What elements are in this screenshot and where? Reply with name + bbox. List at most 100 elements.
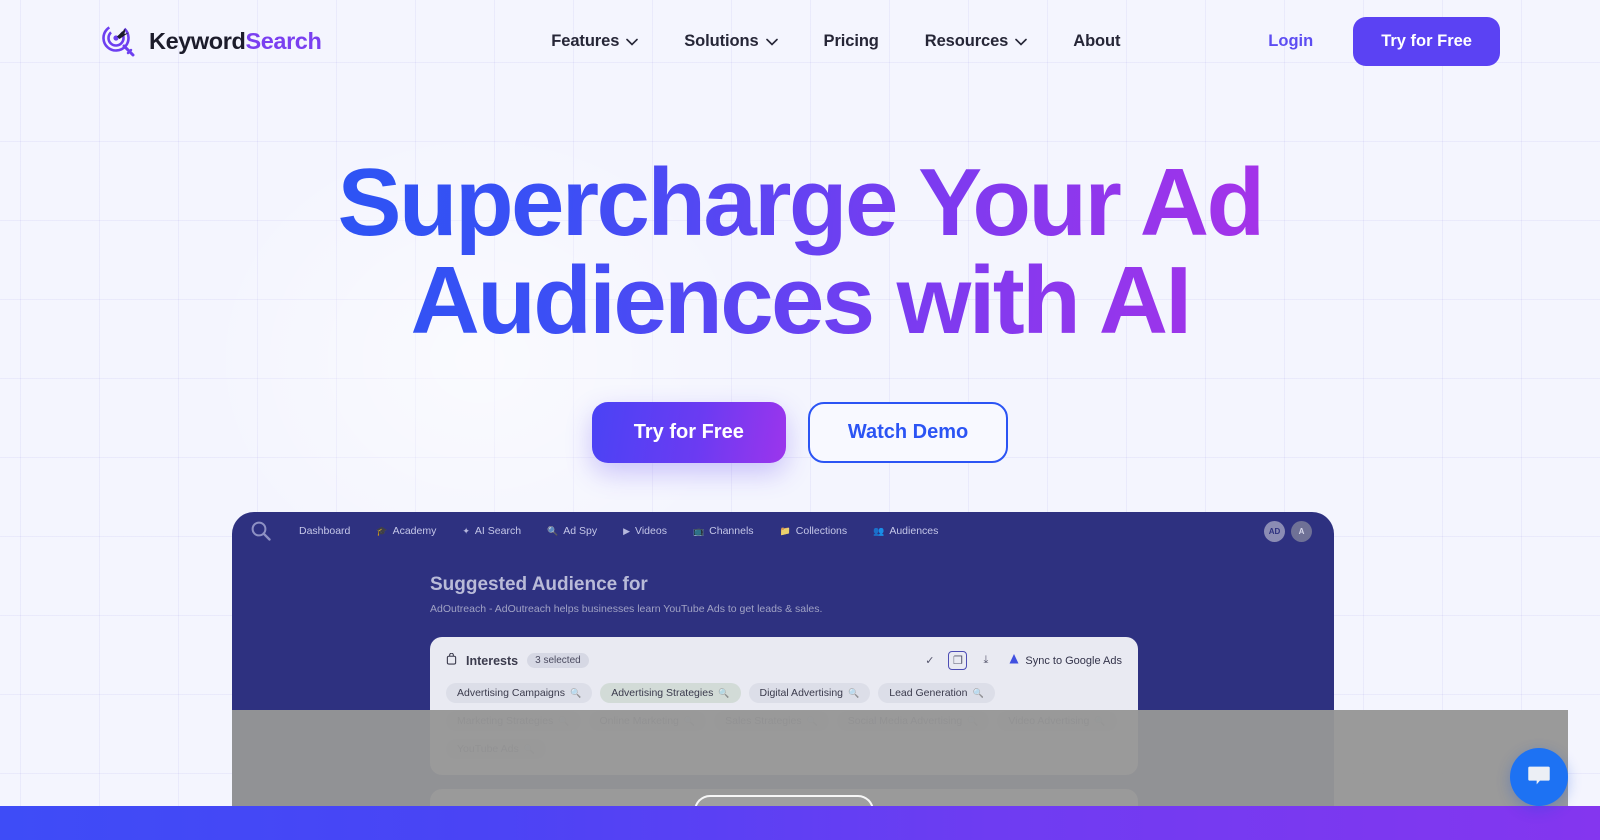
tag-label: Advertising Campaigns	[457, 687, 565, 699]
card-title: Interests	[466, 653, 519, 668]
tag-label: Video Advertising	[1008, 715, 1090, 727]
nav-item-features[interactable]: Features	[551, 31, 639, 51]
folder-icon: 📁	[779, 525, 791, 536]
download-icon[interactable]: ⤓	[976, 651, 995, 670]
page-title: Supercharge Your Ad Audiences with AI	[310, 154, 1290, 350]
app-nav-label: Videos	[635, 525, 667, 537]
login-link[interactable]: Login	[1268, 32, 1313, 51]
app-nav-collections[interactable]: 📁 Collections	[780, 525, 848, 537]
chevron-down-icon	[1015, 38, 1028, 46]
site-header: KeywordSearch Features Solutions Pricing…	[0, 0, 1600, 82]
avatar-primary[interactable]: AD	[1264, 520, 1285, 542]
search-icon: 🔍	[806, 715, 818, 726]
avatar-secondary[interactable]: A	[1291, 520, 1312, 542]
search-icon: 🔍	[718, 687, 730, 698]
interests-card: Interests 3 selected ✓ ❐ ⤓ Sync to Googl…	[430, 637, 1138, 775]
play-icon: ▶	[623, 525, 631, 536]
app-preview-screenshot: Dashboard 🎓 Academy ✦ AI Search 🔍 Ad Spy…	[232, 512, 1334, 840]
sync-to-google-ads-button[interactable]: Sync to Google Ads	[1008, 653, 1122, 668]
tag-label: Social Media Advertising	[847, 715, 963, 727]
interest-tag[interactable]: Sales Strategies 🔍	[714, 711, 829, 731]
chat-widget-button[interactable]	[1510, 748, 1568, 806]
interest-tag[interactable]: Marketing Strategies 🔍	[446, 711, 581, 731]
brand-name-keyword: Keyword	[149, 27, 246, 54]
users-icon: 👥	[873, 525, 885, 536]
selected-count-badge: 3 selected	[527, 653, 589, 668]
tag-label: Lead Generation	[889, 687, 968, 699]
academy-icon: 🎓	[376, 525, 388, 536]
search-icon: 🔍	[972, 687, 984, 698]
search-icon: 🔍	[569, 687, 582, 698]
target-magnifier-icon	[100, 22, 138, 60]
spy-icon: 🔍	[547, 525, 559, 536]
search-icon: 🔍	[1094, 715, 1106, 726]
app-nav-academy[interactable]: 🎓 Academy	[376, 525, 436, 537]
interest-tag[interactable]: Advertising Strategies 🔍	[600, 683, 741, 703]
sparkle-icon: ✦	[462, 525, 470, 536]
app-nav-label: Channels	[709, 525, 754, 537]
app-nav-items: Dashboard 🎓 Academy ✦ AI Search 🔍 Ad Spy…	[294, 525, 1264, 537]
app-nav-ad-spy[interactable]: 🔍 Ad Spy	[547, 525, 597, 537]
search-icon: 🔍	[558, 715, 570, 726]
hero-section: Supercharge Your Ad Audiences with AI Tr…	[0, 82, 1600, 463]
tv-icon: 📺	[692, 525, 705, 536]
search-icon: 🔍	[848, 687, 860, 698]
nav-item-about[interactable]: About	[1073, 32, 1120, 51]
interest-tag[interactable]: Social Media Advertising 🔍	[836, 711, 990, 731]
nav-label: About	[1073, 31, 1121, 50]
nav-item-resources[interactable]: Resources	[925, 32, 1028, 51]
tag-label: YouTube Ads	[457, 743, 519, 755]
app-nav-label: Academy	[392, 525, 437, 537]
google-ads-icon	[1008, 653, 1020, 668]
main-navigation: Features Solutions Pricing Resources Abo…	[403, 32, 1268, 51]
app-nav-videos[interactable]: ▶ Videos	[623, 525, 667, 537]
interest-tag[interactable]: Online Marketing 🔍	[588, 711, 707, 731]
interest-tag[interactable]: Video Advertising 🔍	[997, 711, 1117, 731]
try-for-free-button-header[interactable]: Try for Free	[1353, 16, 1500, 66]
app-nav-label: Dashboard	[299, 525, 351, 537]
card-header-left: Interests 3 selected	[446, 652, 589, 668]
try-for-free-button-hero[interactable]: Try for Free	[591, 401, 786, 463]
tag-label: Marketing Strategies	[457, 715, 554, 727]
card-header: Interests 3 selected ✓ ❐ ⤓ Sync to Googl…	[446, 651, 1122, 670]
app-nav-audiences[interactable]: 👥 Audiences	[873, 525, 938, 537]
header-actions: Login Try for Free	[1268, 16, 1500, 66]
interests-tag-row: Advertising Campaigns 🔍 Advertising Strat…	[446, 683, 1122, 759]
search-icon: 🔍	[523, 743, 535, 754]
interest-tag[interactable]: Advertising Campaigns 🔍	[446, 683, 593, 703]
nav-item-pricing[interactable]: Pricing	[824, 32, 879, 51]
search-icon: 🔍	[683, 715, 696, 726]
app-nav-label: Audiences	[889, 525, 939, 537]
search-icon: 🔍	[967, 715, 979, 726]
nav-label: Pricing	[823, 31, 879, 50]
bottom-accent-bar	[0, 806, 1600, 840]
app-page-title: Suggested Audience for	[430, 574, 648, 595]
app-nav-label: Collections	[795, 525, 848, 537]
card-header-actions: ✓ ❐ ⤓ Sync to Google Ads	[920, 651, 1122, 670]
nav-item-solutions[interactable]: Solutions	[684, 31, 778, 51]
app-navbar: Dashboard 🎓 Academy ✦ AI Search 🔍 Ad Spy…	[232, 512, 1334, 550]
watch-demo-button[interactable]: Watch Demo	[807, 401, 1009, 463]
app-nav-ai-search[interactable]: ✦ AI Search	[462, 525, 521, 537]
tag-label: Digital Advertising	[759, 687, 844, 699]
interest-tag[interactable]: Lead Generation 🔍	[878, 683, 995, 703]
interest-tag[interactable]: YouTube Ads 🔍	[446, 739, 546, 759]
chevron-down-icon	[626, 38, 639, 46]
interest-tag[interactable]: Digital Advertising 🔍	[748, 683, 871, 703]
copy-icon[interactable]: ❐	[948, 651, 968, 670]
app-nav-label: Ad Spy	[563, 525, 598, 537]
chat-bubble-icon	[1525, 761, 1553, 794]
interests-icon	[446, 652, 457, 668]
app-nav-channels[interactable]: 📺 Channels	[693, 525, 754, 537]
select-all-check-icon[interactable]: ✓	[920, 651, 939, 670]
app-nav-dashboard[interactable]: Dashboard	[294, 525, 350, 537]
search-icon[interactable]	[250, 520, 272, 542]
tag-label: Online Marketing	[599, 715, 679, 727]
sync-label: Sync to Google Ads	[1025, 654, 1122, 667]
brand-logo[interactable]: KeywordSearch	[100, 22, 322, 60]
app-nav-label: AI Search	[474, 525, 522, 537]
app-page-subtitle: AdOutreach - AdOutreach helps businesses…	[430, 603, 823, 615]
nav-label: Solutions	[684, 31, 759, 50]
brand-name-search: Search	[245, 27, 322, 54]
nav-label: Features	[551, 31, 620, 50]
